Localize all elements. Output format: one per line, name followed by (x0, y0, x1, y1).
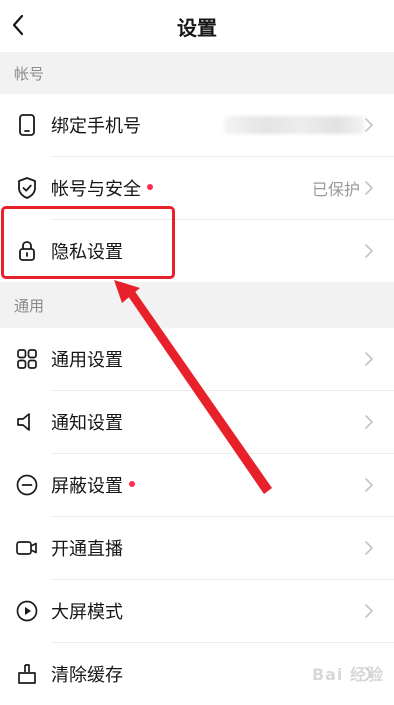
phone-number-blurred (224, 116, 364, 134)
grid-icon (15, 347, 39, 371)
bind-phone-row[interactable]: 绑定手机号 (0, 94, 394, 156)
video-camera-icon (15, 536, 39, 560)
top-bar: 设置 (0, 0, 394, 52)
account-security-row[interactable]: 帐号与安全 已保护 (0, 157, 394, 219)
notification-dot (129, 481, 135, 487)
chevron-right-icon (365, 118, 373, 132)
section-header-general: 通用 (0, 282, 394, 328)
lock-icon (15, 239, 39, 263)
chevron-right-icon (365, 478, 373, 492)
account-security-label: 帐号与安全 (51, 175, 153, 201)
clear-cache-label: 清除缓存 (51, 665, 123, 686)
general-settings-row[interactable]: 通用设置 (0, 328, 394, 390)
privacy-label: 隐私设置 (51, 242, 123, 263)
big-screen-label: 大屏模式 (51, 602, 123, 623)
play-circle-icon (15, 599, 39, 623)
minus-circle-icon (15, 473, 39, 497)
chevron-right-icon (365, 541, 373, 555)
phone-icon (15, 113, 39, 137)
chevron-right-icon (365, 415, 373, 429)
live-stream-label: 开通直播 (51, 539, 123, 560)
chevron-right-icon (365, 667, 373, 681)
big-screen-row[interactable]: 大屏模式 (0, 580, 394, 642)
clear-cache-row[interactable]: 清除缓存 (0, 643, 394, 705)
section-header-account: 帐号 (0, 52, 394, 94)
chevron-right-icon (365, 181, 373, 195)
block-settings-row[interactable]: 屏蔽设置 (0, 454, 394, 516)
block-settings-label: 屏蔽设置 (51, 472, 135, 498)
page-title: 设置 (177, 16, 217, 40)
chevron-right-icon (365, 604, 373, 618)
shield-check-icon (15, 176, 39, 200)
chevron-right-icon (365, 352, 373, 366)
account-security-status: 已保护 (311, 180, 360, 199)
notification-dot (147, 184, 153, 190)
notification-settings-label: 通知设置 (51, 413, 123, 434)
broom-icon (15, 662, 39, 686)
notification-settings-row[interactable]: 通知设置 (0, 391, 394, 453)
chevron-right-icon (365, 244, 373, 258)
bind-phone-label: 绑定手机号 (51, 116, 141, 137)
privacy-row[interactable]: 隐私设置 (0, 220, 394, 282)
block-settings-text: 屏蔽设置 (51, 476, 123, 497)
speaker-icon (15, 410, 39, 434)
live-stream-row[interactable]: 开通直播 (0, 517, 394, 579)
general-settings-label: 通用设置 (51, 350, 123, 371)
account-security-text: 帐号与安全 (51, 179, 141, 200)
